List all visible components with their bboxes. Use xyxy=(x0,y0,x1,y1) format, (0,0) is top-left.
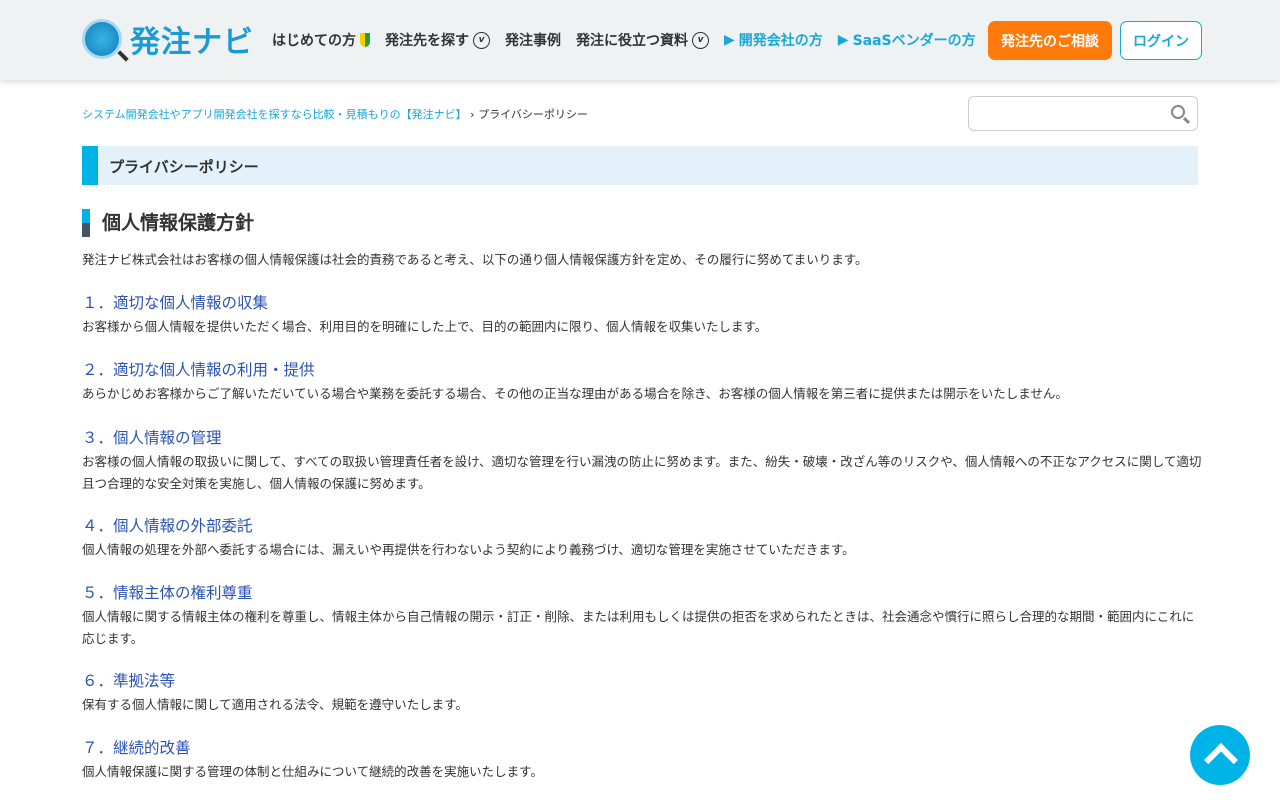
policy-section: ４．個人情報の外部委託個人情報の処理を外部へ委託する場合には、漏えいや再提供を行… xyxy=(82,514,1202,561)
beginner-mark-icon xyxy=(360,33,370,47)
breadcrumb-home[interactable]: システム開発会社やアプリ開発会社を探すなら比較・見積もりの【発注ナビ】 xyxy=(82,108,467,121)
section-body: 個人情報に関する情報主体の権利を尊重し、情報主体から自己情報の開示・訂正・削除、… xyxy=(82,609,1195,646)
page-title: プライバシーポリシー xyxy=(82,146,1198,185)
section-body: 保有する個人情報に関して適用される法令、規範を遵守いたします。 xyxy=(82,697,468,712)
triangle-right-icon: ▶ xyxy=(724,32,735,48)
nav-cases[interactable]: 発注事例 xyxy=(505,30,561,50)
breadcrumb-current: プライバシーポリシー xyxy=(478,108,588,121)
logo-globe-icon xyxy=(82,19,122,59)
nav-label: はじめての方 xyxy=(272,33,356,49)
site-header: 発注ナビ はじめての方 発注先を探す v 発注事例 発注に役立つ資料 v ▶ 開発会社… xyxy=(0,0,1280,80)
section-title: ７．継続的改善 xyxy=(82,739,191,757)
nav-dev-companies[interactable]: ▶ 開発会社の方 xyxy=(724,30,823,50)
section-title: ６．準拠法等 xyxy=(82,672,176,690)
search-icon[interactable] xyxy=(1171,105,1185,119)
section-body: 個人情報保護に関する管理の体制と仕組みについて継続的改善を実施いたします。 xyxy=(82,764,543,779)
nav-saas-vendors[interactable]: ▶ SaaSベンダーの方 xyxy=(838,30,976,50)
policy-section: ６．準拠法等保有する個人情報に関して適用される法令、規範を遵守いたします。 xyxy=(82,669,1202,716)
consult-button[interactable]: 発注先のご相談 xyxy=(988,21,1112,60)
intro-text: 発注ナビ株式会社はお客様の個人情報保護は社会的責務であると考え、以下の通り個人情… xyxy=(82,252,868,267)
search-input[interactable] xyxy=(968,96,1198,131)
nav-label: SaaSベンダーの方 xyxy=(852,33,976,49)
nav-label: 発注に役立つ資料 xyxy=(576,33,688,49)
logo[interactable]: 発注ナビ xyxy=(82,17,254,61)
nav-label: 開発会社の方 xyxy=(738,33,823,49)
nav-find-vendor[interactable]: 発注先を探す v xyxy=(385,30,490,50)
nav-label: 発注先を探す xyxy=(385,33,469,49)
logo-text: 発注ナビ xyxy=(130,25,254,60)
section-body: 個人情報の処理を外部へ委託する場合には、漏えいや再提供を行わないよう契約により義… xyxy=(82,542,855,557)
scroll-to-top-button[interactable] xyxy=(1190,725,1250,785)
main-nav: はじめての方 発注先を探す v 発注事例 発注に役立つ資料 v ▶ 開発会社の方 ▶ S… xyxy=(272,30,976,50)
section-title: ５．情報主体の権利尊重 xyxy=(82,584,253,602)
section-title: １．適切な個人情報の収集 xyxy=(82,294,269,312)
breadcrumb: システム開発会社やアプリ開発会社を探すなら比較・見積もりの【発注ナビ】 › プラ… xyxy=(82,106,588,122)
section-body: お客様から個人情報を提供いただく場合、利用目的を明確にした上で、目的の範囲内に限… xyxy=(82,319,768,334)
section-title: ４．個人情報の外部委託 xyxy=(82,517,253,535)
section-body: あらかじめお客様からご了解いただいている場合や業務を委託する場合、その他の正当な… xyxy=(82,386,1068,401)
policy-section: １．適切な個人情報の収集お客様から個人情報を提供いただく場合、利用目的を明確にし… xyxy=(82,291,1202,338)
section-title: ２．適切な個人情報の利用・提供 xyxy=(82,361,315,379)
policy-section: ５．情報主体の権利尊重個人情報に関する情報主体の権利を尊重し、情報主体から自己情… xyxy=(82,581,1202,650)
policy-heading: 個人情報保護方針 xyxy=(82,209,255,237)
policy-section: ２．適切な個人情報の利用・提供あらかじめお客様からご了解いただいている場合や業務… xyxy=(82,358,1202,405)
section-body: お客様の個人情報の取扱いに関して、すべての取扱い管理責任者を設け、適切な管理を行… xyxy=(82,454,1202,491)
section-title: ３．個人情報の管理 xyxy=(82,429,222,447)
nav-label: 発注事例 xyxy=(505,33,561,49)
triangle-right-icon: ▶ xyxy=(837,32,849,48)
policy-section: ３．個人情報の管理お客様の個人情報の取扱いに関して、すべての取扱い管理責任者を設… xyxy=(82,426,1202,495)
chevron-down-icon: v xyxy=(473,31,490,49)
nav-beginners[interactable]: はじめての方 xyxy=(272,30,370,50)
breadcrumb-separator: › xyxy=(470,108,475,121)
login-button[interactable]: ログイン xyxy=(1120,21,1202,60)
chevron-down-icon: v xyxy=(692,31,709,49)
policy-section: ７．継続的改善個人情報保護に関する管理の体制と仕組みについて継続的改善を実施いた… xyxy=(82,736,1202,783)
nav-resources[interactable]: 発注に役立つ資料 v xyxy=(576,30,709,50)
